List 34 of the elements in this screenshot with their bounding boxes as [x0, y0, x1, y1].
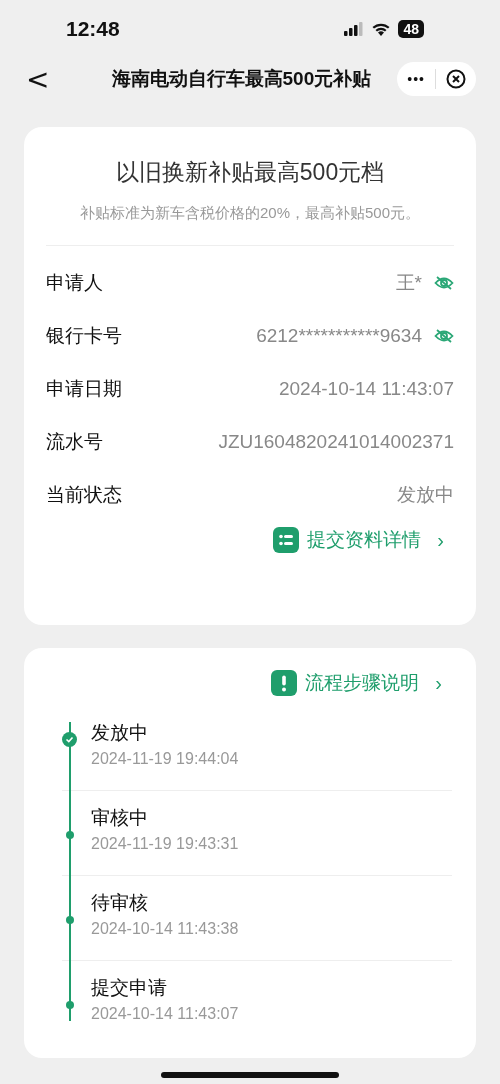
- page-title: 海南电动自行车最高500元补贴: [110, 67, 373, 91]
- step-time: 2024-10-14 11:43:07: [91, 1005, 239, 1023]
- field-label: 申请人: [46, 270, 104, 295]
- field-value: 王*: [395, 270, 422, 295]
- submitted-details-link[interactable]: 提交资料详情 ›: [273, 527, 444, 553]
- field-value: JZU1604820241014002371: [218, 430, 454, 453]
- subsidy-title: 以旧换新补贴最高500元档: [114, 158, 386, 187]
- battery-indicator: 48: [398, 20, 424, 38]
- eye-off-icon[interactable]: [434, 327, 454, 344]
- field-label: 当前状态: [46, 482, 123, 507]
- subsidy-note: 补贴标准为新车含税价格的20%，最高补贴500元。: [78, 203, 422, 223]
- field-label: 流水号: [46, 429, 104, 454]
- field-label: 申请日期: [46, 376, 123, 401]
- field-value: 发放中: [397, 482, 454, 507]
- exclamation-icon: [271, 670, 298, 696]
- field-value: 6212***********9634: [256, 324, 422, 347]
- status-time: 12:48: [66, 17, 120, 41]
- step-name: 待审核: [91, 891, 149, 915]
- wifi-icon: [371, 21, 392, 37]
- close-icon[interactable]: [446, 69, 466, 89]
- signal-icon: [344, 22, 365, 36]
- step-name: 提交申请: [91, 976, 168, 1000]
- step-time: 2024-11-19 19:44:04: [91, 750, 239, 768]
- step-time: 2024-11-19 19:43:31: [91, 835, 239, 853]
- eye-off-icon[interactable]: [434, 274, 454, 291]
- field-label: 银行卡号: [46, 323, 123, 348]
- list-icon: [273, 527, 300, 553]
- more-button[interactable]: •••: [407, 71, 425, 87]
- step-time: 2024-10-14 11:43:38: [91, 920, 239, 938]
- field-value: 2024-10-14 11:43:07: [278, 377, 454, 400]
- process-steps-link[interactable]: 流程步骤说明 ›: [271, 670, 442, 696]
- step-name: 发放中: [91, 721, 149, 745]
- step-name: 审核中: [91, 806, 149, 830]
- back-button[interactable]: <: [20, 62, 56, 96]
